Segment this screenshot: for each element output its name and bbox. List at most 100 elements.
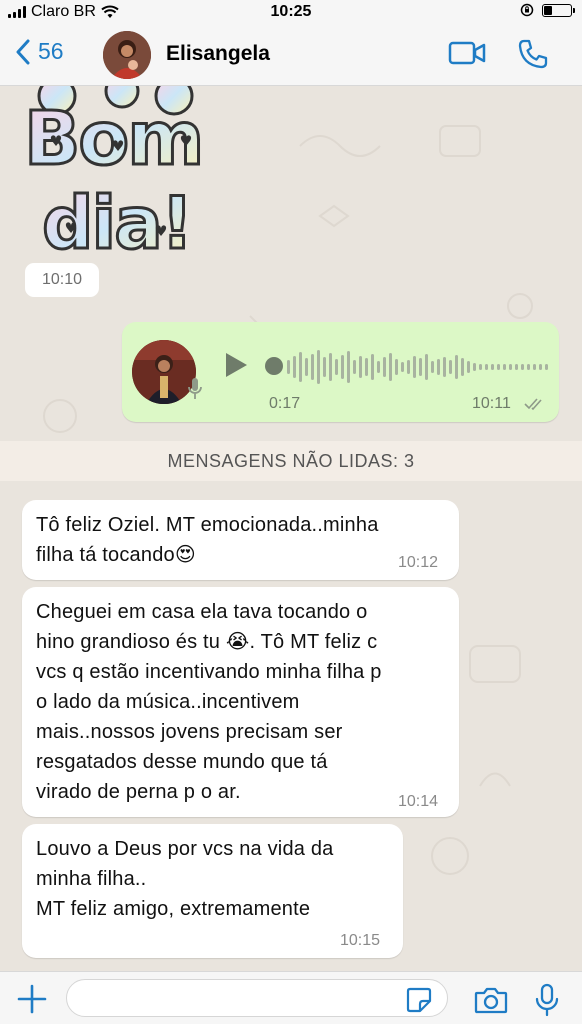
waveform-bar: [539, 364, 542, 370]
message-line: hino grandioso és tu 😭. Tô MT feliz c: [36, 631, 378, 653]
message-bubble[interactable]: Louvo a Deus por vcs na vida da minha fi…: [22, 824, 403, 958]
sticker-icon: [406, 987, 432, 1013]
waveform-bar: [401, 362, 404, 372]
message-timestamp: 10:12: [398, 554, 439, 571]
phone-icon: [518, 39, 548, 69]
chat-header: 56 Elisangela: [0, 24, 582, 86]
waveform-bar: [395, 359, 398, 375]
waveform-bar: [407, 360, 410, 374]
waveform-bar: [491, 364, 494, 370]
message-line: o lado da música..incentivem: [36, 691, 300, 713]
waveform-bar: [329, 353, 332, 381]
waveform-bar: [353, 360, 356, 374]
sticker-button[interactable]: [406, 987, 432, 1018]
camera-icon: [474, 987, 508, 1014]
message-line: virado de perna p o ar.: [36, 781, 241, 803]
plus-icon: [17, 984, 47, 1014]
read-receipt-icon: [524, 398, 542, 411]
back-button[interactable]: 56: [16, 38, 64, 65]
message-line: resgatados desse mundo que tá: [36, 751, 328, 773]
message-line: mais..nossos jovens precisam ser: [36, 721, 343, 743]
mic-overlay-icon: [188, 378, 202, 399]
status-right: [520, 3, 575, 17]
message-bubble[interactable]: Cheguei em casa ela tava tocando o hino …: [22, 587, 459, 817]
waveform-bar: [347, 351, 350, 383]
waveform-bar: [317, 350, 320, 384]
waveform-bar: [371, 354, 374, 380]
waveform-bar: [425, 354, 428, 380]
waveform-bar: [383, 357, 386, 377]
video-call-button[interactable]: [448, 41, 486, 70]
message-text: Tô feliz Oziel. MT emocionada..minha fil…: [36, 510, 379, 570]
message-line: MT feliz amigo, extremamente: [36, 898, 311, 920]
waveform-bar: [503, 364, 506, 370]
unread-messages-banner: MENSAGENS NÃO LIDAS: 3: [0, 441, 582, 481]
voice-message-avatar: [132, 340, 196, 404]
message-line: vcs q estão incentivando minha filha p: [36, 661, 382, 683]
waveform-bar: [305, 358, 308, 376]
contact-name[interactable]: Elisangela: [166, 42, 270, 66]
unread-chats-count: 56: [38, 38, 64, 64]
sticker-line1: Bom: [24, 96, 202, 182]
waveform-bar: [341, 355, 344, 379]
camera-button[interactable]: [474, 986, 508, 1019]
message-line: Louvo a Deus por vcs na vida da: [36, 838, 334, 860]
waveform-bar: [443, 357, 446, 377]
waveform-bar: [413, 356, 416, 378]
waveform-bar: [479, 364, 482, 370]
waveform-bar: [485, 364, 488, 370]
message-timestamp: 10:15: [340, 932, 381, 949]
waveform-bar: [455, 355, 458, 379]
waveform-bar: [461, 358, 464, 376]
play-button[interactable]: [224, 352, 248, 383]
waveform-bar: [389, 353, 392, 381]
waveform-bar: [515, 364, 518, 370]
sticker-line2: dia!: [42, 181, 192, 261]
waveform-bar: [335, 359, 338, 375]
message-line: minha filha..: [36, 868, 147, 890]
message-text: Cheguei em casa ela tava tocando o hino …: [36, 597, 382, 807]
attach-button[interactable]: [17, 984, 47, 1019]
message-bubble[interactable]: Tô feliz Oziel. MT emocionada..minha fil…: [22, 500, 459, 580]
waveform-bar: [431, 361, 434, 373]
waveform-bar: [467, 361, 470, 373]
waveform-bar: [419, 358, 422, 376]
voice-timestamp: 10:11: [472, 395, 511, 412]
status-time: 10:25: [270, 3, 312, 20]
playback-scrubber[interactable]: [265, 357, 283, 375]
chevron-left-icon: [16, 39, 30, 64]
waveform-bar: [509, 364, 512, 370]
status-bar: Claro BR 10:25: [0, 0, 582, 24]
message-input[interactable]: [66, 979, 448, 1017]
waveform-bar: [299, 352, 302, 382]
waveform-bar: [365, 358, 368, 376]
video-camera-icon: [448, 41, 486, 65]
waveform-bar: [497, 364, 500, 370]
waveform-bar: [323, 357, 326, 377]
voice-message-bubble[interactable]: 0:17 10:11: [122, 322, 559, 422]
avatar-photo: [103, 31, 151, 79]
waveform-bar: [473, 363, 476, 371]
waveform-bar: [527, 364, 530, 370]
message-timestamp: 10:14: [398, 793, 439, 810]
voice-duration: 0:17: [269, 395, 301, 412]
contact-avatar[interactable]: [103, 31, 151, 79]
waveform-bar: [377, 361, 380, 373]
waveform-bar: [311, 354, 314, 380]
microphone-icon: [535, 983, 559, 1017]
waveform-bar: [359, 356, 362, 378]
battery-icon: [542, 3, 575, 17]
message-line: filha tá tocando😍: [36, 544, 196, 566]
waveform-bar: [437, 359, 440, 375]
audio-waveform[interactable]: [287, 347, 548, 387]
play-icon: [226, 353, 247, 377]
waveform-bar: [449, 360, 452, 374]
waveform-bar: [287, 360, 290, 374]
microphone-button[interactable]: [535, 983, 559, 1022]
voice-call-button[interactable]: [517, 38, 549, 75]
message-line: Cheguei em casa ela tava tocando o: [36, 601, 368, 623]
sticker-timestamp: 10:10: [25, 263, 99, 297]
orientation-lock-icon: [520, 3, 534, 17]
sticker-bom-dia[interactable]: Bom dia!: [22, 73, 222, 267]
waveform-bar: [545, 364, 548, 370]
